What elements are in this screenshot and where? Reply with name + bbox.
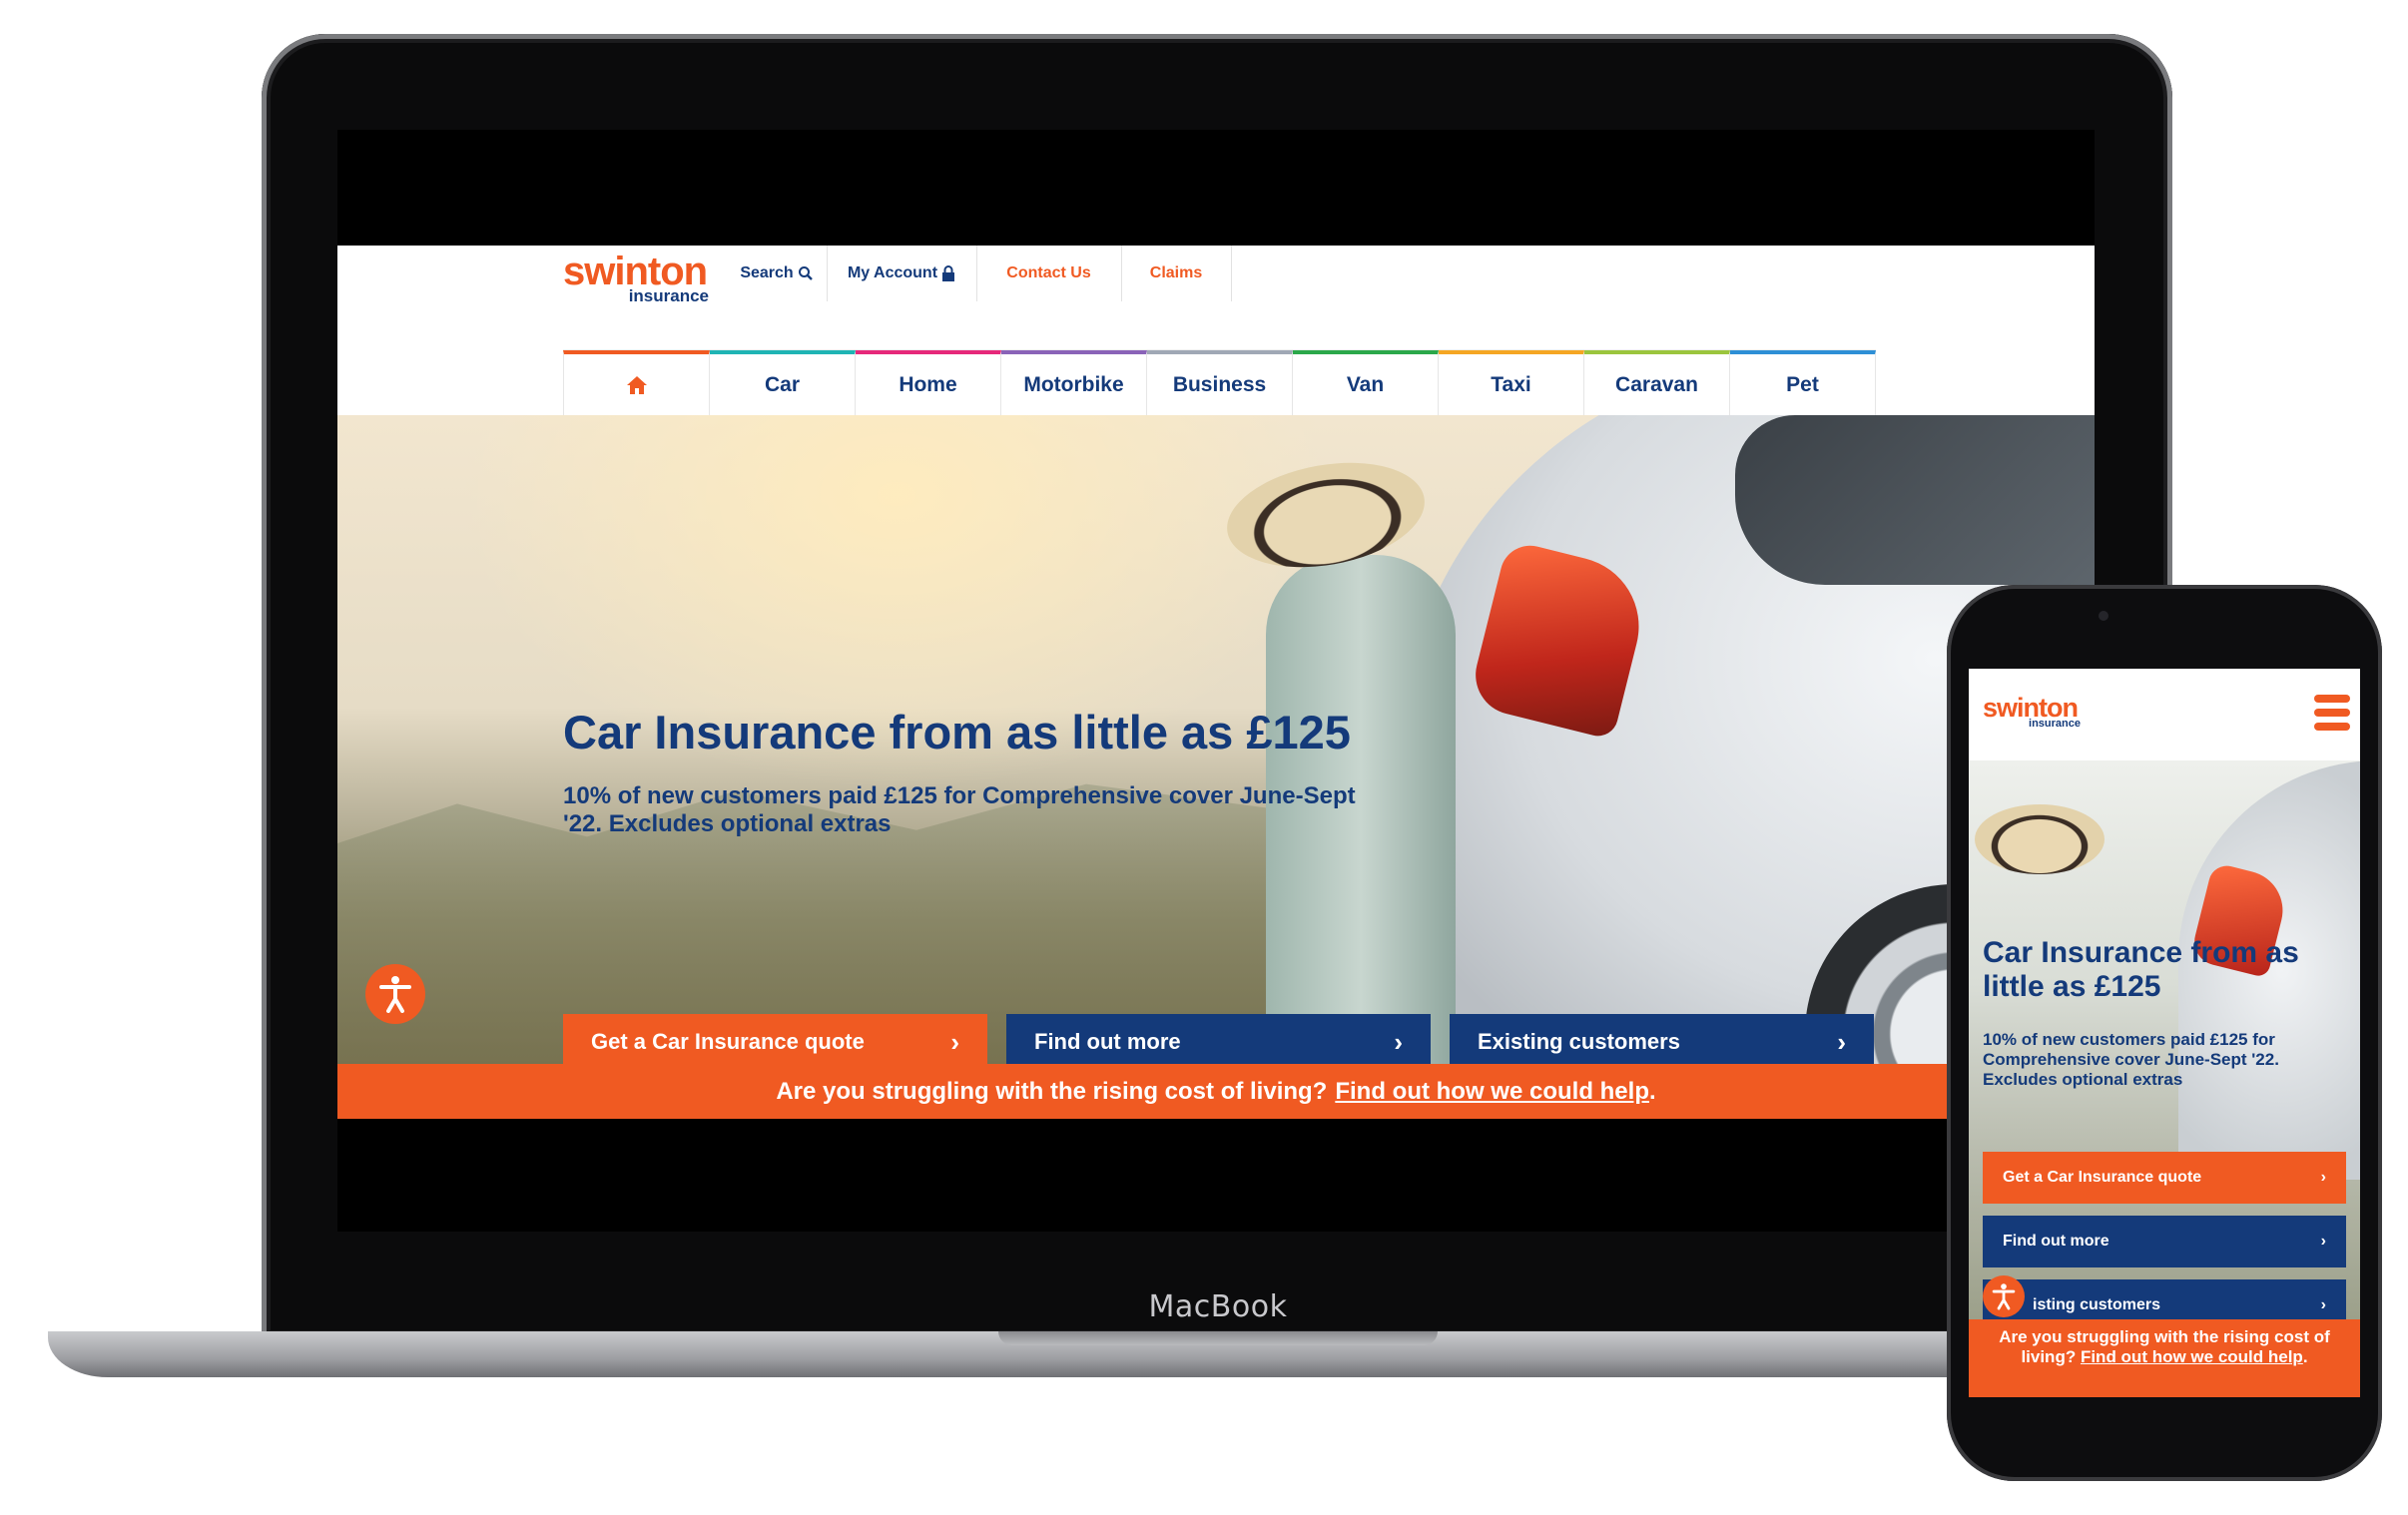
nav-business[interactable]: Business <box>1147 350 1293 416</box>
mobile-page: swinton insurance Car Insurance from as … <box>1969 669 2360 1397</box>
nav-car[interactable]: Car <box>710 350 856 416</box>
mobile-hero-hat-image <box>1975 804 2105 874</box>
chevron-right-icon: › <box>1837 1026 1846 1057</box>
nav-motorbike[interactable]: Motorbike <box>1001 350 1147 416</box>
swinton-logo-mobile[interactable]: swinton insurance <box>1983 695 2081 730</box>
nav-pet[interactable]: Pet <box>1730 350 1876 416</box>
hero-subtitle: 10% of new customers paid £125 for Compr… <box>563 782 1356 837</box>
lock-icon <box>942 265 955 281</box>
nav-van[interactable]: Van <box>1293 350 1439 416</box>
nav-caravan[interactable]: Caravan <box>1584 350 1730 416</box>
hero-banner: Car Insurance from as little as £125 10%… <box>337 415 2095 1064</box>
menu-bar <box>2314 723 2350 731</box>
mobile-find-out-more-button[interactable]: Find out more › <box>1983 1216 2346 1267</box>
laptop-notch <box>998 1331 1438 1345</box>
main-nav: Car Home Motorbike Business Van Taxi Car… <box>563 349 1876 416</box>
mobile-existing-customers-button[interactable]: isting customers › <box>1983 1279 2346 1319</box>
nav-home-icon-link[interactable] <box>563 350 710 416</box>
mobile-hero: Car Insurance from as little as £125 10%… <box>1969 760 2360 1319</box>
laptop-screen: swinton insurance Search My Account Cont… <box>337 130 2095 1232</box>
contact-us-link[interactable]: Contact Us <box>976 246 1122 301</box>
chevron-right-icon: › <box>2320 1169 2326 1186</box>
accessibility-person-icon <box>1992 1283 2016 1310</box>
existing-customers-button[interactable]: Existing customers › <box>1450 1014 1874 1064</box>
mobile-get-quote-button[interactable]: Get a Car Insurance quote › <box>1983 1152 2346 1204</box>
mobile-accessibility-icon[interactable] <box>1983 1275 2025 1317</box>
hamburger-menu-icon[interactable] <box>2314 695 2350 733</box>
desktop-page: swinton insurance Search My Account Cont… <box>337 246 2095 1119</box>
mobile-hero-subtitle: 10% of new customers paid £125 for Compr… <box>1983 1030 2279 1089</box>
cost-of-living-banner: Are you struggling with the rising cost … <box>337 1064 2095 1119</box>
nav-home[interactable]: Home <box>856 350 1001 416</box>
claims-link[interactable]: Claims <box>1121 246 1232 301</box>
home-icon <box>626 376 647 394</box>
menu-bar <box>2314 695 2350 703</box>
phone-camera <box>2099 611 2108 621</box>
mobile-cost-of-living-link[interactable]: Find out how we could help <box>2081 1347 2303 1366</box>
menu-bar <box>2314 709 2350 717</box>
accessibility-person-icon <box>379 976 411 1013</box>
chevron-right-icon: › <box>950 1026 959 1057</box>
my-account-link[interactable]: My Account <box>827 246 977 301</box>
search-link[interactable]: Search <box>727 246 828 301</box>
swinton-logo[interactable]: swinton insurance <box>563 252 709 304</box>
search-icon <box>798 266 813 280</box>
get-quote-button[interactable]: Get a Car Insurance quote › <box>563 1014 987 1064</box>
chevron-right-icon: › <box>2320 1296 2326 1313</box>
mobile-cost-of-living-banner: Are you struggling with the rising cost … <box>1969 1319 2360 1397</box>
mobile-hero-title: Car Insurance from as little as £125 <box>1983 936 2299 1003</box>
chevron-right-icon: › <box>1394 1026 1403 1057</box>
macbook-label: MacBook <box>1148 1289 1288 1324</box>
car-window <box>1735 415 2095 585</box>
find-out-more-button[interactable]: Find out more › <box>1006 1014 1431 1064</box>
accessibility-icon[interactable] <box>365 964 425 1024</box>
nav-taxi[interactable]: Taxi <box>1439 350 1584 416</box>
cost-of-living-link[interactable]: Find out how we could help <box>1335 1078 1649 1106</box>
hero-title: Car Insurance from as little as £125 <box>563 706 1351 758</box>
desktop-header: swinton insurance Search My Account Cont… <box>337 246 2095 349</box>
chevron-right-icon: › <box>2320 1233 2326 1250</box>
